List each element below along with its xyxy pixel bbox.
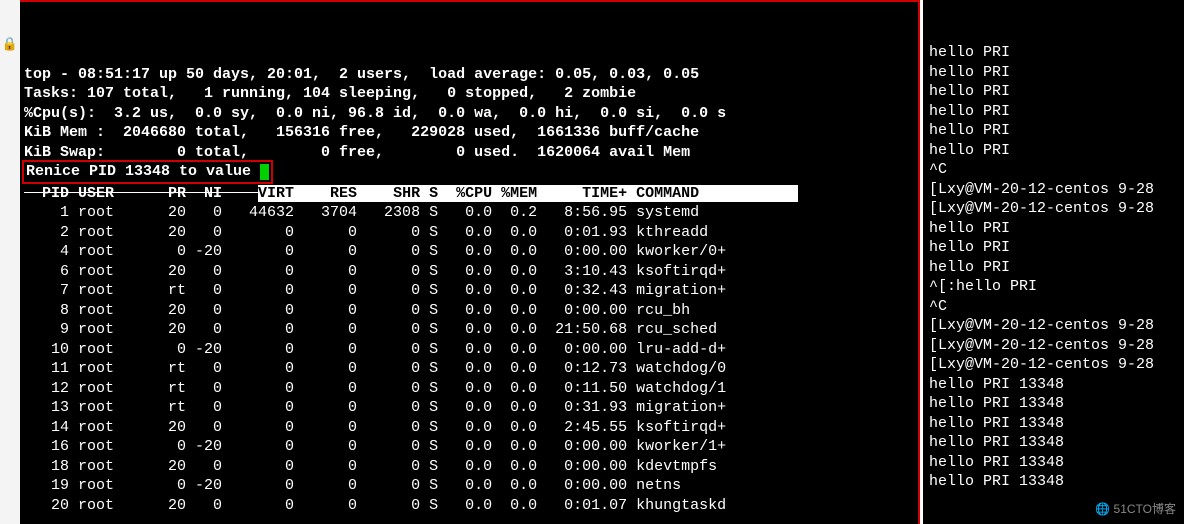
terminal-right[interactable]: hello PRI hello PRI hello PRI hello PRI … <box>920 0 1184 524</box>
terminal-left[interactable]: top - 08:51:17 up 50 days, 20:01, 2 user… <box>20 0 920 524</box>
process-list: 1 root 20 0 44632 3704 2308 S 0.0 0.2 8:… <box>24 203 918 515</box>
process-header: PID USER PR NI VIRT RES SHR S %CPU %MEM … <box>24 184 918 204</box>
renice-prompt[interactable]: Renice PID 13348 to value <box>26 162 260 182</box>
watermark: 🌐 51CTO博客 <box>1095 502 1176 518</box>
summary-line-1: top - 08:51:17 up 50 days, 20:01, 2 user… <box>24 66 699 83</box>
summary-line-4: KiB Mem : 2046680 total, 156316 free, 22… <box>24 124 699 141</box>
left-gutter: 🔒 <box>0 0 20 524</box>
lock-icon: 🔒 <box>0 0 20 53</box>
summary-line-3: %Cpu(s): 3.2 us, 0.0 sy, 0.0 ni, 96.8 id… <box>24 105 726 122</box>
cursor <box>260 164 269 180</box>
summary-line-5: KiB Swap: 0 total, 0 free, 0 used. 16200… <box>24 144 690 161</box>
summary-line-2: Tasks: 107 total, 1 running, 104 sleepin… <box>24 85 636 102</box>
top-summary: top - 08:51:17 up 50 days, 20:01, 2 user… <box>24 45 918 162</box>
right-output: hello PRI hello PRI hello PRI hello PRI … <box>929 43 1178 492</box>
